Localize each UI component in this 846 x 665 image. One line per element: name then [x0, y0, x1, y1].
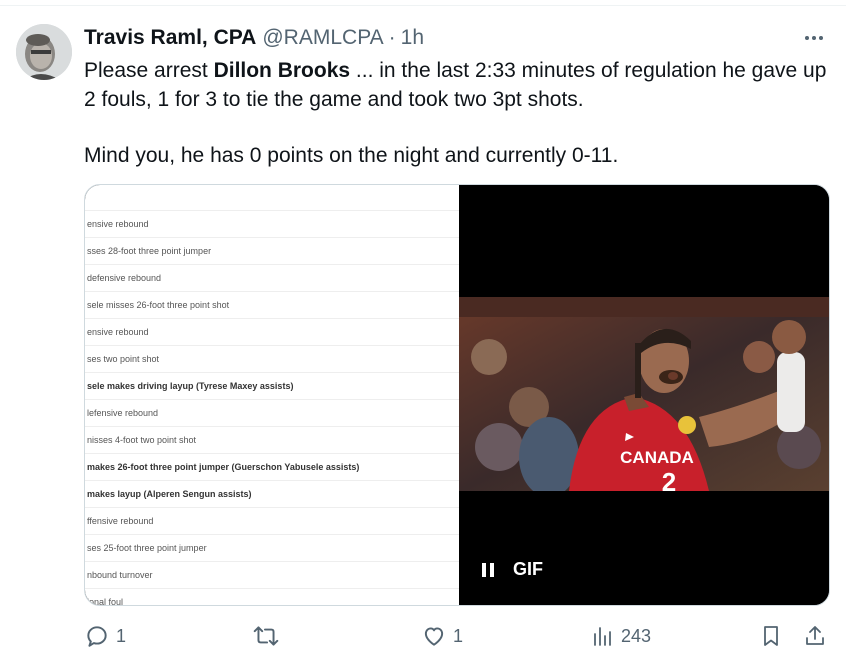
play-by-play-row: ses 25-foot three point jumper [85, 535, 459, 562]
avatar-photo [16, 24, 72, 80]
video-panel[interactable]: CANADA 2 GIF [459, 185, 829, 605]
avatar[interactable] [16, 24, 72, 80]
play-by-play-row: makes layup (Alperen Sengun assists) [85, 481, 459, 508]
play-by-play-row: ensive rebound [85, 211, 459, 238]
retweet-icon [253, 626, 279, 646]
play-by-play-row: sele makes driving layup (Tyrese Maxey a… [85, 373, 459, 400]
bookmark-icon [764, 626, 778, 646]
play-by-play-row: sele misses 26-foot three point shot [85, 292, 459, 319]
more-options-icon[interactable] [802, 26, 826, 50]
views-button[interactable]: 243 [591, 620, 651, 652]
tweet-text: Please arrest Dillon Brooks ... in the l… [84, 56, 834, 170]
top-divider [0, 5, 846, 6]
reply-icon [87, 626, 107, 647]
tweet-header: Travis Raml, CPA @RAMLCPA · 1h [84, 24, 424, 52]
share-icon [806, 626, 824, 645]
reply-count: 1 [116, 625, 127, 646]
play-by-play-row: ensive rebound [85, 319, 459, 346]
separator-dot: · [388, 26, 396, 49]
play-by-play-row: nbound turnover [85, 562, 459, 589]
jersey-text: CANADA [620, 448, 694, 467]
player-image: CANADA 2 [459, 297, 829, 491]
author-name[interactable]: Travis Raml, CPA [84, 26, 256, 50]
like-button[interactable]: 1 [421, 620, 463, 652]
reply-button[interactable]: 1 [84, 620, 126, 652]
analytics-icon [594, 627, 611, 646]
play-by-play-row: sses 28-foot three point jumper [85, 238, 459, 265]
text-before-mention: Please arrest [84, 59, 214, 82]
media-gif[interactable]: ensive rebound sses 28-foot three point j… [84, 184, 830, 606]
play-by-play-row: nisses 4-foot two point shot [85, 427, 459, 454]
tweet-paragraph-1: Please arrest Dillon Brooks ... in the l… [84, 56, 834, 114]
retweet-button[interactable] [252, 620, 286, 652]
tweet-paragraph-2: Mind you, he has 0 points on the night a… [84, 144, 619, 167]
share-button[interactable] [803, 620, 827, 652]
mention-link[interactable]: Dillon Brooks [214, 59, 351, 82]
play-by-play-row: ses two point shot [85, 346, 459, 373]
play-by-play-panel: ensive rebound sses 28-foot three point j… [85, 185, 459, 605]
heart-icon [424, 627, 444, 646]
pause-icon[interactable] [481, 562, 495, 578]
play-by-play-row: makes 26-foot three point jumper (Guersc… [85, 454, 459, 481]
views-count: 243 [621, 625, 652, 646]
svg-text:2: 2 [662, 467, 676, 491]
play-by-play-row: ional foul [85, 589, 459, 605]
play-by-play-row: ffensive rebound [85, 508, 459, 535]
gif-label: GIF [513, 559, 543, 579]
author-handle[interactable]: @RAMLCPA [262, 26, 383, 50]
timestamp[interactable]: 1h [401, 26, 424, 50]
play-by-play-row: defensive rebound [85, 265, 459, 292]
play-by-play-row [85, 185, 459, 211]
gif-controls[interactable]: GIF [481, 559, 543, 580]
action-bar: 1 1 243 [84, 620, 830, 652]
play-by-play-row: lefensive rebound [85, 400, 459, 427]
bookmark-button[interactable] [759, 620, 783, 652]
like-count: 1 [453, 625, 464, 646]
